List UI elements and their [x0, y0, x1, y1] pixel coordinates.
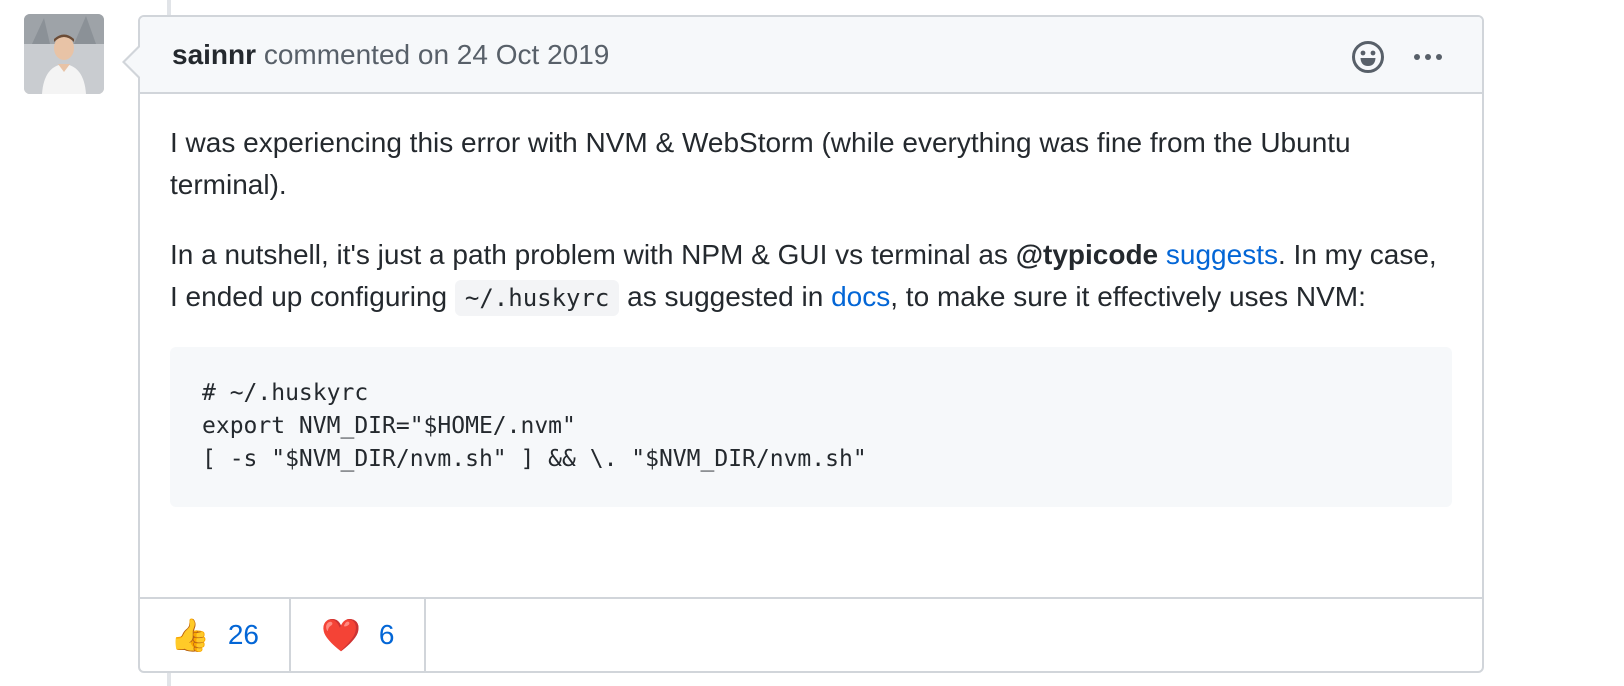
code-line-1: # ~/.huskyrc	[202, 380, 369, 406]
reactions-bar: 👍 26 ❤️ 6	[140, 597, 1482, 671]
p2-text-4: , to make sure it effectively uses NVM:	[890, 281, 1366, 312]
smiley-icon	[1352, 41, 1384, 73]
avatar-image	[24, 14, 104, 94]
docs-link[interactable]: docs	[831, 281, 890, 312]
comment-header: sainnr commented on 24 Oct 2019	[140, 17, 1482, 94]
p2-text-1: In a nutshell, it's just a path problem …	[170, 239, 1016, 270]
kebab-horizontal-icon	[1414, 54, 1442, 60]
thumbs-up-icon: 👍	[170, 617, 210, 653]
avatar[interactable]	[24, 14, 104, 94]
comment-header-text: sainnr commented on 24 Oct 2019	[172, 37, 609, 73]
author-link[interactable]: sainnr	[172, 39, 256, 70]
reaction-heart-button[interactable]: ❤️ 6	[291, 599, 427, 671]
p2-text-3: as suggested in	[619, 281, 832, 312]
comment-body: I was experiencing this error with NVM &…	[140, 94, 1482, 507]
code-block: # ~/.huskyrc export NVM_DIR="$HOME/.nvm"…	[170, 347, 1452, 507]
heart-icon: ❤️	[321, 617, 361, 653]
comment-actions	[1350, 39, 1446, 75]
add-reaction-button[interactable]	[1350, 39, 1386, 75]
comment-arrow-fill	[125, 46, 141, 78]
suggests-link[interactable]: suggests	[1166, 239, 1278, 270]
code-line-3: [ -s "$NVM_DIR/nvm.sh" ] && \. "$NVM_DIR…	[202, 446, 867, 472]
reaction-thumbs-up-button[interactable]: 👍 26	[140, 599, 291, 671]
reaction-count: 6	[378, 619, 395, 650]
user-mention[interactable]: @typicode	[1016, 239, 1158, 270]
comment-card: sainnr commented on 24 Oct 2019 I was ex…	[122, 15, 1484, 673]
paragraph-1: I was experiencing this error with NVM &…	[170, 127, 1351, 200]
comment-meta[interactable]: commented on 24 Oct 2019	[264, 39, 610, 70]
inline-code: ~/.huskyrc	[454, 280, 620, 316]
code-line-2: export NVM_DIR="$HOME/.nvm"	[202, 413, 576, 439]
more-actions-button[interactable]	[1410, 39, 1446, 75]
issue-timeline: sainnr commented on 24 Oct 2019 I was ex…	[0, 0, 1624, 686]
paragraph-2: In a nutshell, it's just a path problem …	[170, 234, 1452, 319]
reaction-count: 26	[227, 619, 259, 650]
